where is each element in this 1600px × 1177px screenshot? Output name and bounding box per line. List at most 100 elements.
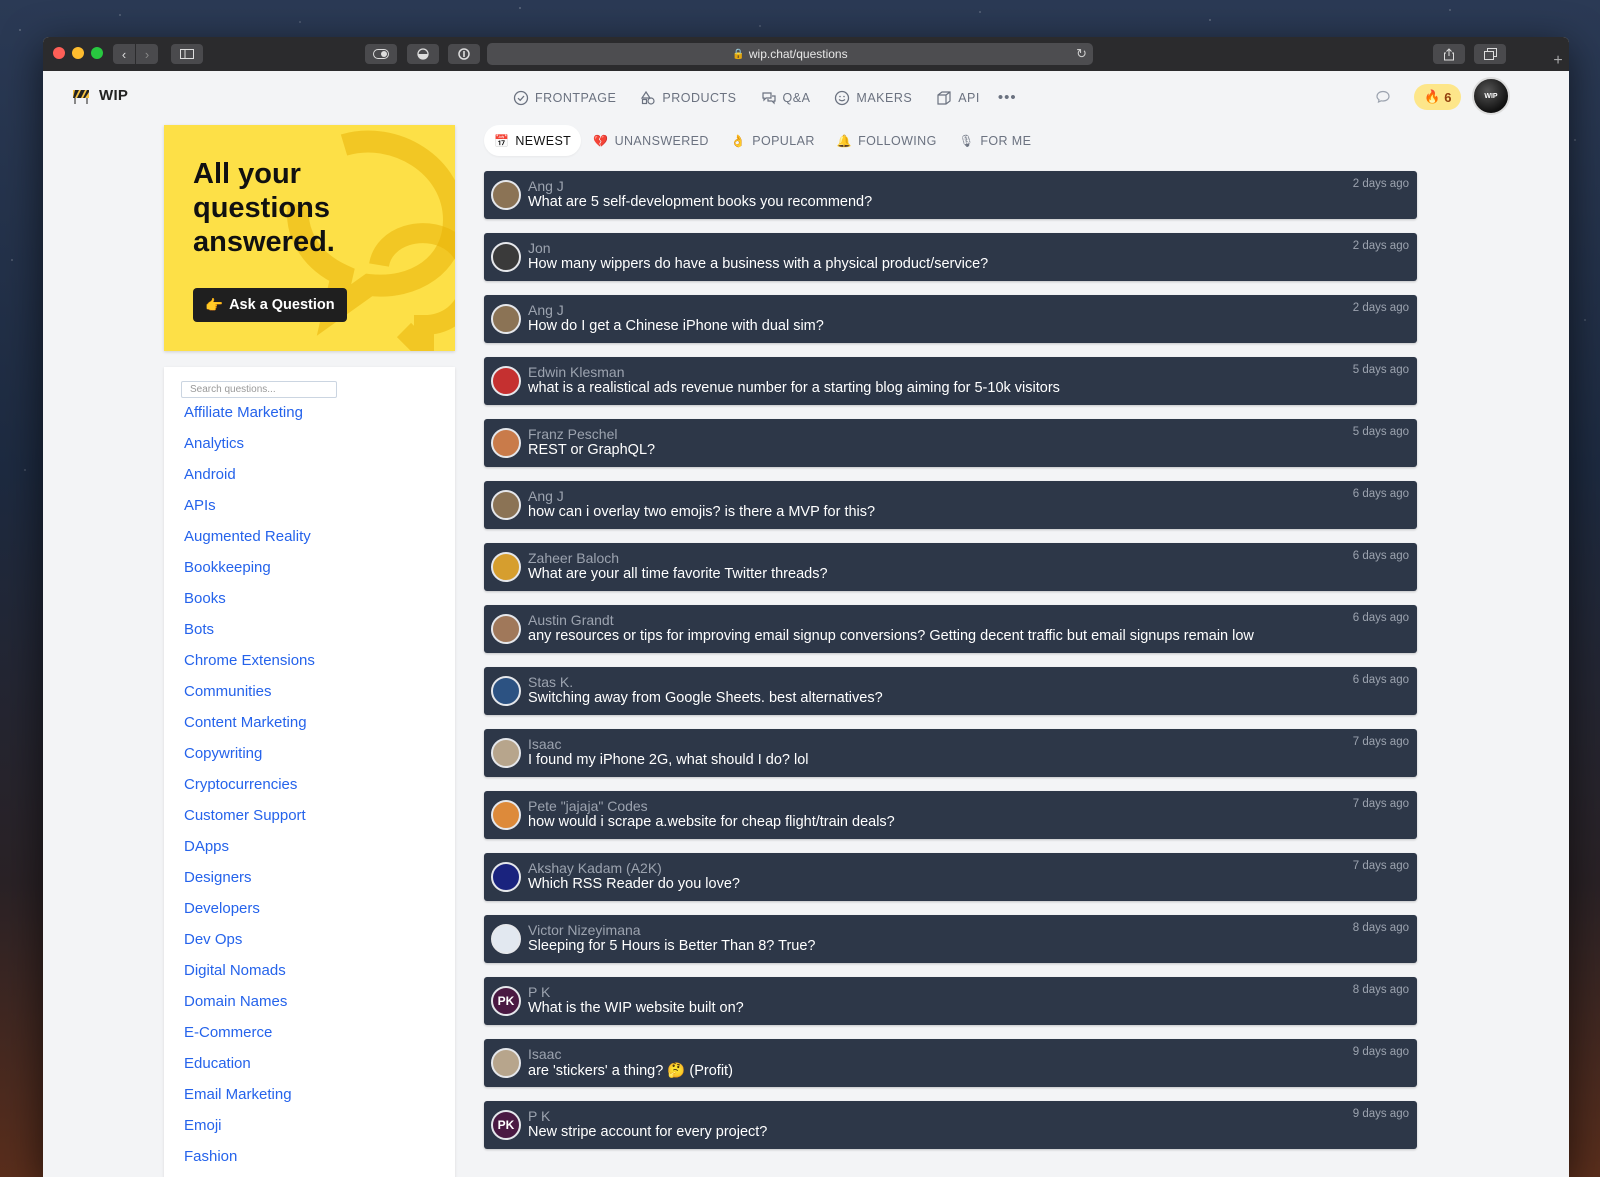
- question-card[interactable]: Franz Peschel REST or GraphQL? 5 days ago: [484, 419, 1417, 467]
- question-author[interactable]: Ang J: [528, 178, 564, 194]
- author-avatar[interactable]: [491, 1048, 521, 1078]
- brand-logo-link[interactable]: WIP: [71, 87, 128, 104]
- topic-link-email-marketing[interactable]: Email Marketing: [184, 1086, 292, 1103]
- question-author[interactable]: Franz Peschel: [528, 426, 617, 442]
- question-card[interactable]: Austin Grandt any resources or tips for i…: [484, 605, 1417, 653]
- question-card[interactable]: Ang J What are 5 self-development books y…: [484, 171, 1417, 219]
- question-title[interactable]: how can i overlay two emojis? is there a…: [528, 504, 875, 520]
- topic-link-dev-ops[interactable]: Dev Ops: [184, 931, 242, 948]
- question-author[interactable]: Isaac: [528, 736, 561, 752]
- minimize-window-button[interactable]: [72, 47, 84, 59]
- topic-link-cryptocurrencies[interactable]: Cryptocurrencies: [184, 776, 297, 793]
- question-card[interactable]: Stas K. Switching away from Google Sheets…: [484, 667, 1417, 715]
- question-card[interactable]: Jon How many wippers do have a business w…: [484, 233, 1417, 281]
- topic-link-domain-names[interactable]: Domain Names: [184, 993, 287, 1010]
- author-avatar[interactable]: [491, 490, 521, 520]
- topic-link-android[interactable]: Android: [184, 466, 236, 483]
- topic-link-fashion[interactable]: Fashion: [184, 1148, 237, 1165]
- zoom-window-button[interactable]: [91, 47, 103, 59]
- close-window-button[interactable]: [53, 47, 65, 59]
- question-title[interactable]: any resources or tips for improving emai…: [528, 628, 1254, 644]
- question-author[interactable]: Victor Nizeyimana: [528, 922, 641, 938]
- nav-products[interactable]: PRODUCTS: [640, 89, 736, 106]
- topic-link-e-commerce[interactable]: E-Commerce: [184, 1024, 272, 1041]
- back-button[interactable]: ‹: [113, 44, 135, 64]
- question-title[interactable]: What are your all time favorite Twitter …: [528, 566, 828, 582]
- topic-link-bots[interactable]: Bots: [184, 621, 214, 638]
- topic-link-chrome-extensions[interactable]: Chrome Extensions: [184, 652, 315, 669]
- extension-theme-button[interactable]: [407, 44, 439, 64]
- question-title[interactable]: How many wippers do have a business with…: [528, 256, 988, 272]
- tab-popular[interactable]: 👌 POPULAR: [721, 125, 825, 156]
- author-avatar[interactable]: [491, 800, 521, 830]
- topic-link-dapps[interactable]: DApps: [184, 838, 229, 855]
- author-avatar[interactable]: [491, 924, 521, 954]
- topic-link-content-marketing[interactable]: Content Marketing: [184, 714, 307, 731]
- author-avatar[interactable]: [491, 428, 521, 458]
- question-author[interactable]: Edwin Klesman: [528, 364, 625, 380]
- author-avatar[interactable]: [491, 242, 521, 272]
- author-avatar[interactable]: [491, 676, 521, 706]
- question-title[interactable]: What is the WIP website built on?: [528, 1000, 744, 1016]
- nav-qa[interactable]: Q&A: [761, 89, 811, 106]
- topic-link-analytics[interactable]: Analytics: [184, 435, 244, 452]
- author-avatar[interactable]: [491, 552, 521, 582]
- question-card[interactable]: Isaac are 'stickers' a thing? 🤔 (Profit) 9…: [484, 1039, 1417, 1087]
- topic-link-customer-support[interactable]: Customer Support: [184, 807, 306, 824]
- topic-link-affiliate-marketing[interactable]: Affiliate Marketing: [184, 404, 303, 421]
- password-manager-button[interactable]: [448, 44, 480, 64]
- question-author[interactable]: Stas K.: [528, 674, 573, 690]
- tab-unanswered[interactable]: 💔 UNANSWERED: [583, 125, 719, 156]
- topic-link-developers[interactable]: Developers: [184, 900, 260, 917]
- question-card[interactable]: Ang J How do I get a Chinese iPhone with …: [484, 295, 1417, 343]
- tabs-overview-button[interactable]: [1474, 44, 1506, 64]
- question-title[interactable]: are 'stickers' a thing? 🤔 (Profit): [528, 1062, 733, 1079]
- question-card[interactable]: Akshay Kadam (A2K) Which RSS Reader do yo…: [484, 853, 1417, 901]
- question-author[interactable]: Isaac: [528, 1046, 561, 1062]
- user-avatar[interactable]: WIP: [1472, 77, 1510, 115]
- topic-link-education[interactable]: Education: [184, 1055, 251, 1072]
- author-avatar[interactable]: [491, 614, 521, 644]
- author-avatar[interactable]: [491, 366, 521, 396]
- topic-link-digital-nomads[interactable]: Digital Nomads: [184, 962, 286, 979]
- nav-frontpage[interactable]: FRONTPAGE: [513, 89, 616, 106]
- question-author[interactable]: Ang J: [528, 488, 564, 504]
- question-author[interactable]: Ang J: [528, 302, 564, 318]
- question-author[interactable]: P K: [528, 1108, 550, 1124]
- topic-link-augmented-reality[interactable]: Augmented Reality: [184, 528, 311, 545]
- author-avatar[interactable]: [491, 738, 521, 768]
- nav-makers[interactable]: MAKERS: [834, 89, 912, 106]
- topic-link-emoji[interactable]: Emoji: [184, 1117, 222, 1134]
- question-title[interactable]: What are 5 self-development books you re…: [528, 194, 872, 210]
- topic-link-copywriting[interactable]: Copywriting: [184, 745, 262, 762]
- question-author[interactable]: P K: [528, 984, 550, 1000]
- question-author[interactable]: Jon: [528, 240, 551, 256]
- question-title[interactable]: I found my iPhone 2G, what should I do? …: [528, 752, 809, 768]
- topic-link-books[interactable]: Books: [184, 590, 226, 607]
- author-avatar[interactable]: [491, 180, 521, 210]
- tab-for-me[interactable]: 🎙 FOR ME: [949, 125, 1042, 156]
- messages-icon[interactable]: [1375, 89, 1391, 105]
- question-author[interactable]: Akshay Kadam (A2K): [528, 860, 662, 876]
- question-title[interactable]: how would i scrape a.website for cheap f…: [528, 814, 895, 830]
- question-card[interactable]: Ang Jhow can i overlay two emojis? is th…: [484, 481, 1417, 529]
- topic-link-communities[interactable]: Communities: [184, 683, 272, 700]
- topic-link-bookkeeping[interactable]: Bookkeeping: [184, 559, 271, 576]
- question-card[interactable]: PK P K What is the WIP website built on? 8 …: [484, 977, 1417, 1025]
- forward-button[interactable]: ›: [136, 44, 158, 64]
- question-title[interactable]: Switching away from Google Sheets. best …: [528, 690, 883, 706]
- tab-following[interactable]: 🔔 FOLLOWING: [827, 125, 947, 156]
- tab-newest[interactable]: 📅 NEWEST: [484, 125, 582, 156]
- reload-icon[interactable]: ↻: [1076, 46, 1087, 62]
- question-card[interactable]: Zaheer Baloch What are your all time favo…: [484, 543, 1417, 591]
- question-title[interactable]: New stripe account for every project?: [528, 1124, 767, 1140]
- share-button[interactable]: [1433, 44, 1465, 64]
- question-card[interactable]: Isaac I found my iPhone 2G, what should I…: [484, 729, 1417, 777]
- question-title[interactable]: REST or GraphQL?: [528, 442, 655, 458]
- author-avatar[interactable]: [491, 862, 521, 892]
- author-avatar[interactable]: PK: [491, 986, 521, 1016]
- question-author[interactable]: Pete "jajaja" Codes: [528, 798, 648, 814]
- topic-link-apis[interactable]: APIs: [184, 497, 216, 514]
- author-avatar[interactable]: PK: [491, 1110, 521, 1140]
- nav-api[interactable]: API: [936, 89, 980, 106]
